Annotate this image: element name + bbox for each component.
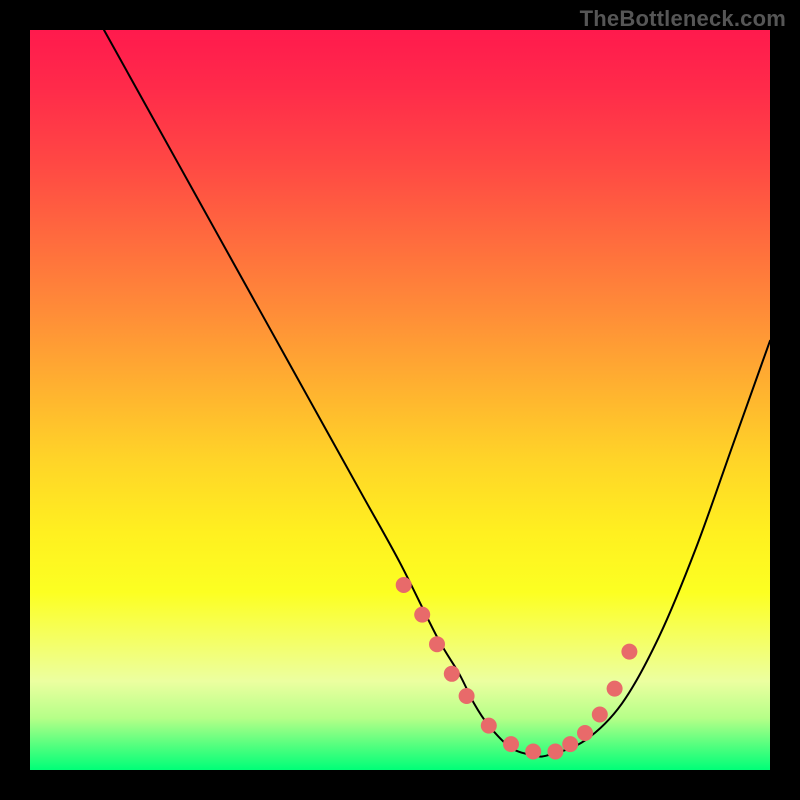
marker-dot	[444, 666, 460, 682]
marker-dot	[459, 688, 475, 704]
marker-dot	[481, 718, 497, 734]
marker-dot	[429, 636, 445, 652]
marker-dot	[621, 644, 637, 660]
marker-dot	[396, 577, 412, 593]
marker-dot	[607, 681, 623, 697]
marker-dot	[525, 744, 541, 760]
marker-dot	[547, 744, 563, 760]
chart-svg	[30, 30, 770, 770]
marker-dot	[414, 607, 430, 623]
plot-area	[30, 30, 770, 770]
marker-dot	[562, 736, 578, 752]
marker-dot	[592, 707, 608, 723]
marker-dot	[503, 736, 519, 752]
chart-container: TheBottleneck.com	[0, 0, 800, 800]
marker-group	[396, 577, 638, 760]
watermark-text: TheBottleneck.com	[580, 6, 786, 32]
marker-dot	[577, 725, 593, 741]
